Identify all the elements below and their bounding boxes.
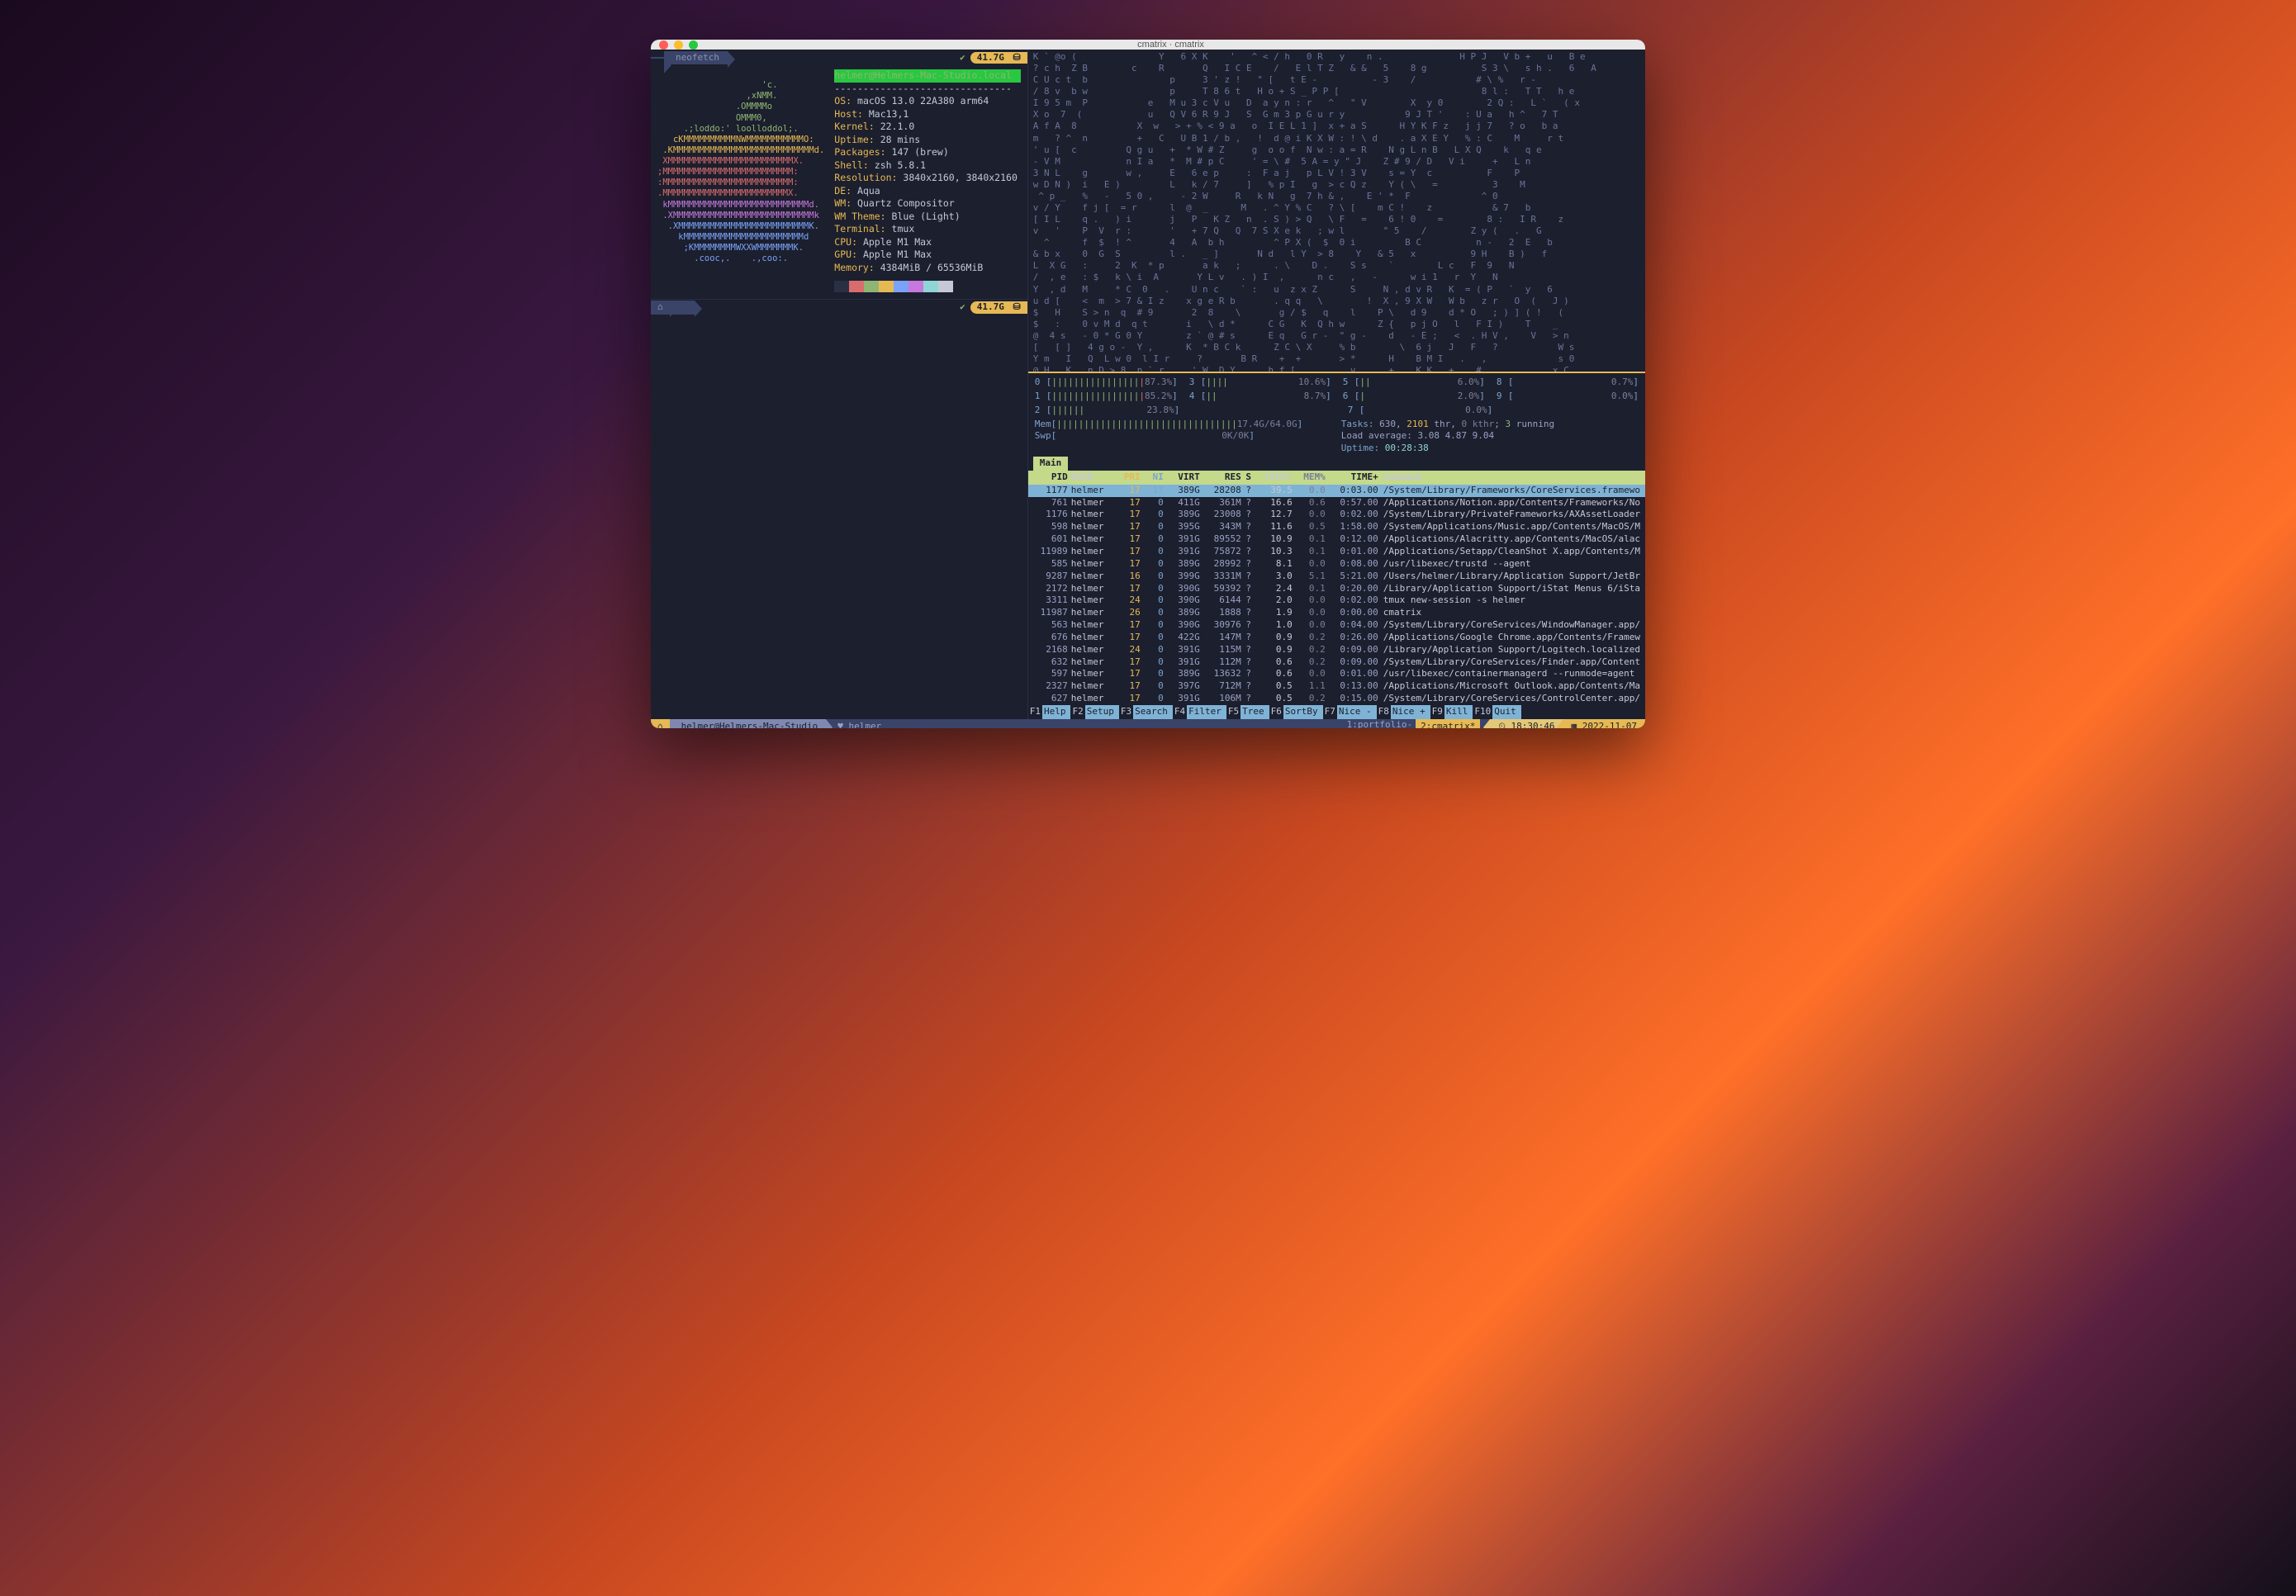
- hostline: helmer@Helmers-Mac-Studio.local: [834, 69, 1020, 83]
- column-header[interactable]: RES: [1200, 471, 1241, 484]
- close-icon[interactable]: [659, 40, 668, 50]
- fkey-tree[interactable]: F5Tree: [1226, 705, 1269, 719]
- status-date: ▦ 2022-11-07: [1563, 719, 1645, 728]
- swp-label: Swp: [1035, 430, 1051, 441]
- fkey-quit[interactable]: F10Quit: [1473, 705, 1520, 719]
- process-list[interactable]: 1177helmer1717389G28208?39.50.00:03.00/S…: [1028, 485, 1645, 705]
- empty-pane[interactable]: [651, 315, 1027, 719]
- column-header[interactable]: TIME+: [1326, 471, 1378, 484]
- tmux-tab-active[interactable]: 2:cmatrix*: [1416, 719, 1480, 728]
- apple-icon: [651, 57, 664, 59]
- palette-swatch: [864, 281, 879, 292]
- process-row[interactable]: 2327helmer170397G712M?0.51.10:13.00/Appl…: [1028, 680, 1645, 693]
- fkey-search[interactable]: F3Search: [1119, 705, 1173, 719]
- fkey-sortby[interactable]: F6SortBy: [1269, 705, 1323, 719]
- column-header[interactable]: Command: [1378, 471, 1640, 484]
- process-row[interactable]: 761helmer170411G361M?16.60.60:57.00/Appl…: [1028, 497, 1645, 509]
- status-time: ⏲ 18:30:46: [1490, 719, 1563, 728]
- maximize-icon[interactable]: [689, 40, 698, 50]
- uptime: Uptime: 00:28:38: [1341, 443, 1639, 455]
- tasks: Tasks: Tasks: 630, 2101 thr, 0 kthr; 3 r…: [1341, 419, 1639, 431]
- status-host: helmer@Helmers-Mac-Studio: [670, 719, 827, 728]
- column-header[interactable]: USER: [1071, 471, 1114, 484]
- fkey-nice[interactable]: F7Nice -: [1323, 705, 1377, 719]
- process-row[interactable]: 597helmer170389G13632?0.60.00:01.00/usr/…: [1028, 668, 1645, 680]
- process-row[interactable]: 632helmer170391G112M?0.60.20:09.00/Syste…: [1028, 656, 1645, 669]
- process-row[interactable]: 1176helmer170389G23008?12.70.00:02.00/Sy…: [1028, 509, 1645, 521]
- status-session: ♥ helmer: [826, 719, 889, 728]
- process-row[interactable]: 11989helmer170391G75872?10.30.10:01.00/A…: [1028, 546, 1645, 558]
- disk-badge: 41.7G ⛁: [970, 52, 1027, 64]
- cpu-bars: 0[|||||||||||||||||87.3%]3[||||10.6%]5[|…: [1028, 373, 1645, 419]
- process-row[interactable]: 627helmer170391G106M?0.50.20:15.00/Syste…: [1028, 693, 1645, 705]
- load-average: Load average: 3.08 4.87 9.04: [1341, 430, 1639, 443]
- palette-swatch: [938, 281, 953, 292]
- fkey-filter[interactable]: F4Filter: [1173, 705, 1226, 719]
- terminal-window: cmatrix · cmatrix neofetch ✔ 41.7G ⛁ 'c.…: [651, 40, 1645, 728]
- terminal-body: neofetch ✔ 41.7G ⛁ 'c. ,xNMM. .OMMMMo OM…: [651, 50, 1645, 728]
- tmux-tabs[interactable]: 1:portfolio- 2:cmatrix*: [1347, 719, 1491, 728]
- column-header[interactable]: PRI: [1114, 471, 1141, 484]
- traffic-lights: [659, 40, 698, 50]
- process-row[interactable]: 601helmer170391G89552?10.90.10:12.00/App…: [1028, 533, 1645, 546]
- check-icon: ✔: [955, 301, 970, 314]
- neofetch-output: 'c. ,xNMM. .OMMMMo OMMM0, .;loddo:' lool…: [651, 66, 1027, 299]
- htop[interactable]: 0[|||||||||||||||||87.3%]3[||||10.6%]5[|…: [1028, 372, 1645, 719]
- check-icon: ✔: [955, 52, 970, 64]
- disk-badge: 41.7G ⛁: [970, 301, 1027, 314]
- column-header[interactable]: S: [1241, 471, 1256, 484]
- htop-header[interactable]: PIDUSERPRINIVIRTRESSCPU%▽MEM%TIME+Comman…: [1028, 471, 1645, 485]
- titlebar[interactable]: cmatrix · cmatrix: [651, 40, 1645, 50]
- process-row[interactable]: 1177helmer1717389G28208?39.50.00:03.00/S…: [1028, 485, 1645, 497]
- left-pane[interactable]: neofetch ✔ 41.7G ⛁ 'c. ,xNMM. .OMMMMo OM…: [651, 50, 1028, 719]
- fkey-setup[interactable]: F2Setup: [1070, 705, 1118, 719]
- process-row[interactable]: 2172helmer170390G59392?2.40.10:20.00/Lib…: [1028, 583, 1645, 595]
- palette-swatch: [834, 281, 849, 292]
- disk-icon: ⛁: [1010, 301, 1021, 312]
- process-row[interactable]: 9287helmer160399G3331M?3.05.15:21.00/Use…: [1028, 571, 1645, 583]
- process-row[interactable]: 585helmer170389G28992?8.10.00:08.00/usr/…: [1028, 558, 1645, 571]
- palette-swatch: [879, 281, 894, 292]
- right-pane[interactable]: K ` @o ( Y 6 X K ' ^ < / h 0 R y n . H P…: [1028, 50, 1645, 719]
- process-row[interactable]: 3311helmer240390G6144?2.00.00:02.00tmux …: [1028, 594, 1645, 607]
- column-header[interactable]: MEM%: [1293, 471, 1326, 484]
- fkey-kill[interactable]: F9Kill: [1430, 705, 1473, 719]
- prompt-empty: [670, 301, 695, 315]
- process-row[interactable]: 676helmer170422G147M?0.90.20:26.00/Appli…: [1028, 632, 1645, 644]
- process-row[interactable]: 598helmer170395G343M?11.60.51:58.00/Syst…: [1028, 521, 1645, 533]
- apple-icon: ⌂: [651, 301, 670, 315]
- cmatrix-output: K ` @o ( Y 6 X K ' ^ < / h 0 R y n . H P…: [1028, 50, 1645, 372]
- htop-tab[interactable]: Main: [1033, 457, 1069, 471]
- neofetch-info: helmer@Helmers-Mac-Studio.local --------…: [834, 69, 1020, 292]
- htop-fkeys: F1HelpF2SetupF3SearchF4FilterF5TreeF6Sor…: [1028, 705, 1645, 719]
- fkey-nice[interactable]: F8Nice +: [1377, 705, 1430, 719]
- minimize-icon[interactable]: [674, 40, 683, 50]
- process-row[interactable]: 563helmer170390G30976?1.00.00:04.00/Syst…: [1028, 619, 1645, 632]
- palette-swatch: [908, 281, 923, 292]
- fkey-help[interactable]: F1Help: [1028, 705, 1071, 719]
- neofetch-ascii: 'c. ,xNMM. .OMMMMo OMMM0, .;loddo:' lool…: [657, 69, 824, 292]
- host-icon: ⌂: [651, 719, 670, 728]
- tmux-panes: neofetch ✔ 41.7G ⛁ 'c. ,xNMM. .OMMMMo OM…: [651, 50, 1645, 719]
- palette-swatch: [849, 281, 864, 292]
- column-header[interactable]: CPU%▽: [1256, 471, 1293, 484]
- palette-swatch: [894, 281, 908, 292]
- tmux-statusbar[interactable]: ⌂ helmer@Helmers-Mac-Studio ♥ helmer 1:p…: [651, 719, 1645, 728]
- column-header[interactable]: PID: [1033, 471, 1071, 484]
- pane-header-top: neofetch ✔ 41.7G ⛁: [651, 50, 1027, 66]
- prompt-command: neofetch: [664, 51, 728, 65]
- window-title: cmatrix · cmatrix: [704, 40, 1637, 50]
- divider: -------------------------------: [834, 83, 1020, 96]
- disk-icon: ⛁: [1010, 52, 1021, 63]
- tmux-tab[interactable]: 1:portfolio-: [1347, 719, 1412, 728]
- column-header[interactable]: VIRT: [1164, 471, 1200, 484]
- palette-swatch: [923, 281, 938, 292]
- color-palette: [834, 281, 1020, 292]
- process-row[interactable]: 11987helmer260389G1888?1.90.00:00.00cmat…: [1028, 607, 1645, 619]
- column-header[interactable]: NI: [1141, 471, 1164, 484]
- process-row[interactable]: 2168helmer240391G115M?0.90.20:09.00/Libr…: [1028, 644, 1645, 656]
- pane-header-lower: ⌂ ✔ 41.7G ⛁: [651, 299, 1027, 315]
- mem-label: Mem: [1035, 419, 1051, 429]
